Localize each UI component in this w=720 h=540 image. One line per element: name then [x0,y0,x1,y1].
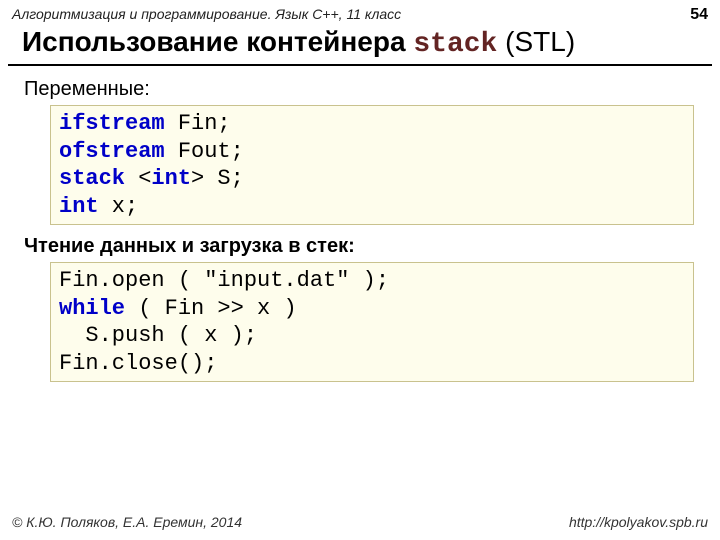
code-text: Fin; [165,111,231,136]
section-reading-label: Чтение данных и загрузка в стек: [0,231,720,262]
title-rule [8,64,712,66]
code-block-variables: ifstream Fin; ofstream Fout; stack <int>… [50,105,694,225]
code-text: x; [99,194,139,219]
code-text: > S; [191,166,244,191]
code-text: ( Fin >> x ) [125,296,297,321]
kw-int: int [151,166,191,191]
code-block-reading: Fin.open ( "input.dat" ); while ( Fin >>… [50,262,694,382]
kw-stack: stack [59,166,125,191]
copyright: © К.Ю. Поляков, Е.А. Еремин, 2014 [12,514,242,530]
code-text: Fout; [165,139,244,164]
slide-header: Алгоритмизация и программирование. Язык … [0,0,720,24]
page-number: 54 [690,6,708,24]
code-text: < [125,166,151,191]
slide-title: Использование контейнера stack (STL) [0,24,720,64]
kw-ifstream: ifstream [59,111,165,136]
breadcrumb: Алгоритмизация и программирование. Язык … [12,6,401,22]
code-text: Fin.close(); [59,351,217,376]
footer-url: http://kpolyakov.spb.ru [569,514,708,530]
code-text: Fin.open ( "input.dat" ); [59,268,389,293]
kw-int: int [59,194,99,219]
title-code: stack [413,29,497,60]
title-suffix: (STL) [497,26,575,57]
section-variables-label: Переменные: [0,74,720,105]
slide-footer: © К.Ю. Поляков, Е.А. Еремин, 2014 http:/… [12,514,708,530]
kw-ofstream: ofstream [59,139,165,164]
title-prefix: Использование контейнера [22,26,413,57]
code-text: S.push ( x ); [59,323,257,348]
kw-while: while [59,296,125,321]
